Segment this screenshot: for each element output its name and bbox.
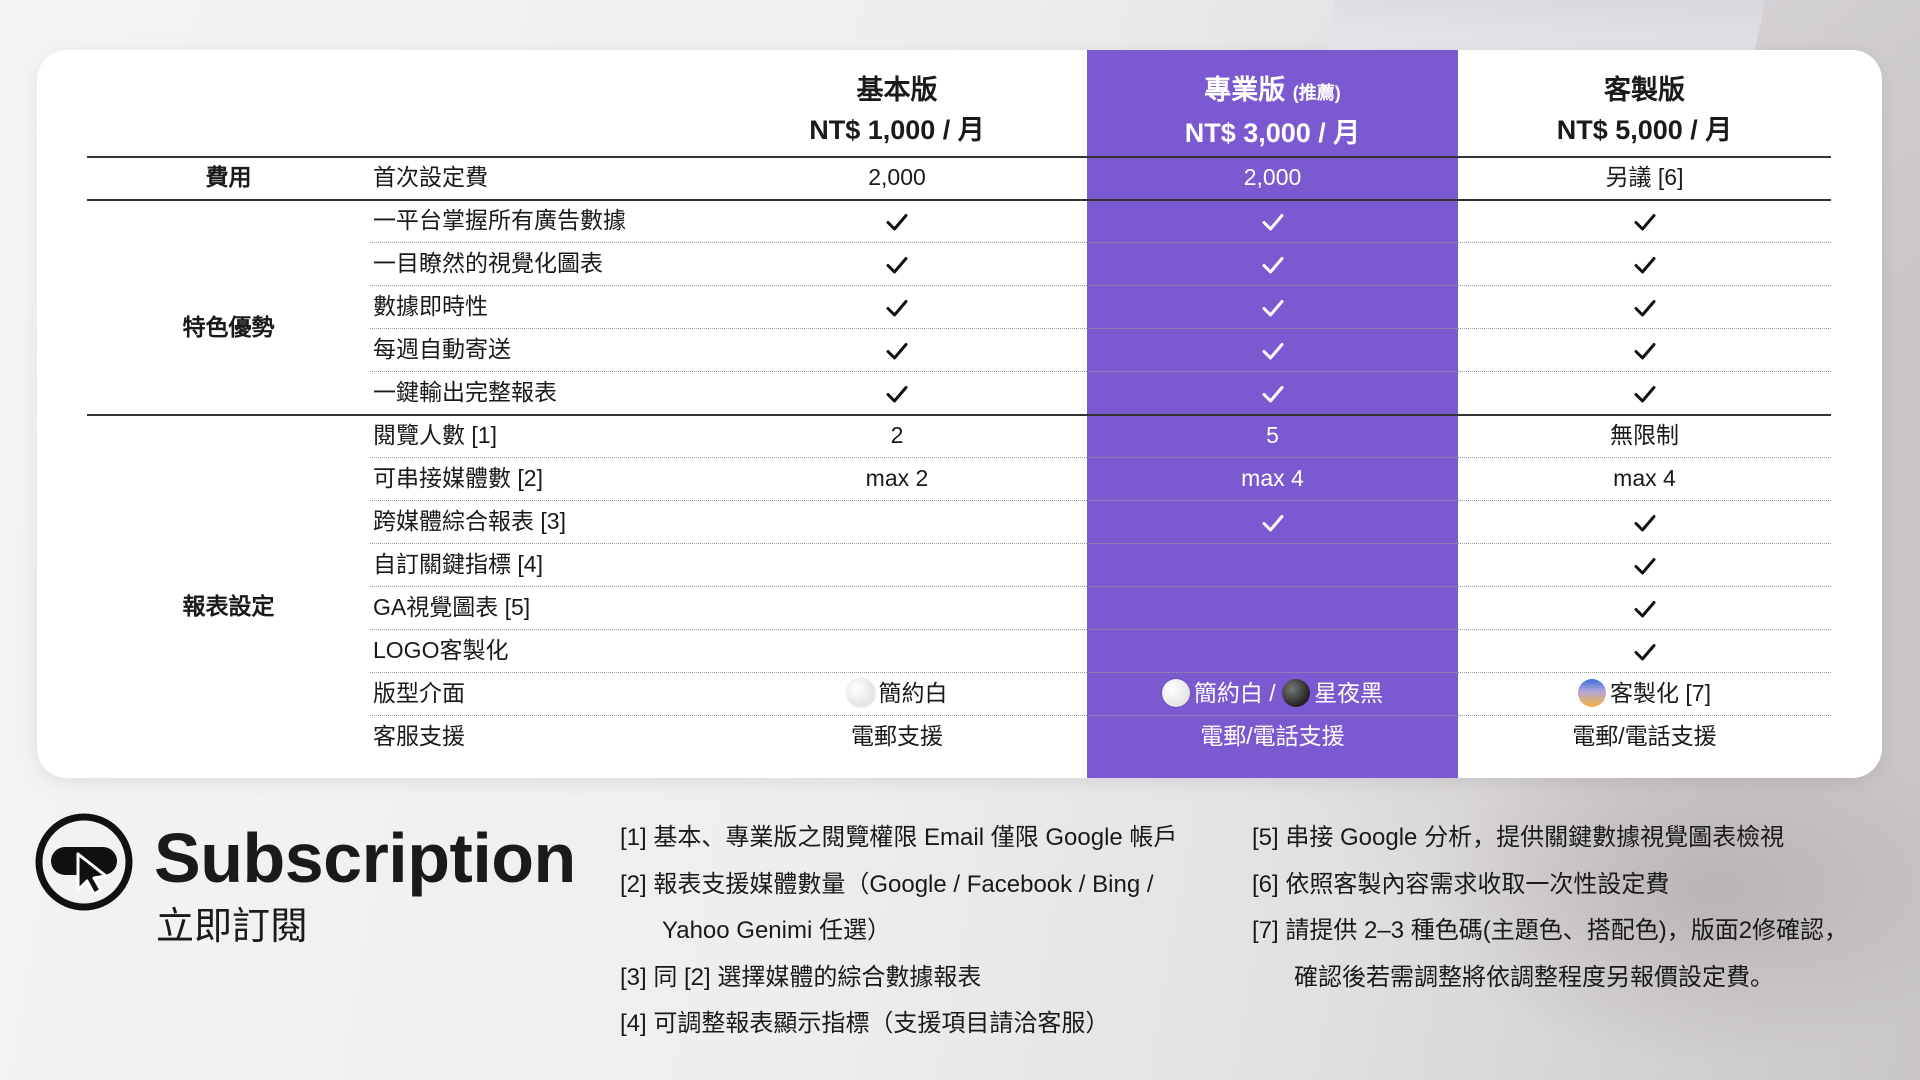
plan-header-basic: 基本版 NT$ 1,000 / 月 bbox=[707, 70, 1087, 156]
cell-basic bbox=[707, 500, 1087, 543]
recommended-tag: (推薦) bbox=[1292, 83, 1341, 103]
check-icon bbox=[1458, 328, 1831, 371]
theme-pro: 簡約白 / 星夜黑 bbox=[1087, 672, 1458, 715]
category-report: 報表設定 bbox=[182, 593, 275, 619]
check-icon bbox=[1458, 543, 1831, 586]
check-icon bbox=[1087, 371, 1458, 414]
background-laptop-screen bbox=[1324, 0, 1766, 52]
category-fee: 費用 bbox=[205, 164, 252, 190]
theme-separator: / bbox=[1262, 680, 1283, 706]
footnote-5: [5] 串接 Google 分析，提供關鍵數據視覺圖表檢視 bbox=[1252, 824, 1785, 851]
row-label: 一平台掌握所有廣告數據 bbox=[373, 207, 626, 233]
row-label: 每週自動寄送 bbox=[373, 336, 511, 362]
cell-pro: 5 bbox=[1266, 422, 1279, 448]
plan-header-pro: 專業版 (推薦) NT$ 3,000 / 月 bbox=[1087, 70, 1458, 156]
cell-pro: max 4 bbox=[1241, 465, 1304, 491]
theme-label: 簡約白 bbox=[878, 680, 948, 706]
row-label: GA視覺圖表 [5] bbox=[373, 594, 531, 620]
row-label: 首次設定費 bbox=[373, 164, 488, 190]
cell-pro bbox=[1087, 629, 1458, 672]
cell-basic: 2,000 bbox=[868, 164, 926, 190]
check-icon bbox=[1087, 285, 1458, 328]
footnote-7-cont: 確認後若需調整將依調整程度另報價設定費。 bbox=[1294, 963, 1774, 991]
plan-price: NT$ 1,000 / 月 bbox=[809, 115, 985, 145]
check-icon bbox=[1087, 328, 1458, 371]
cell-custom: 另議 [6] bbox=[1605, 164, 1684, 190]
row-label: 一鍵輸出完整報表 bbox=[373, 379, 557, 405]
white-theme-swatch-icon bbox=[846, 678, 875, 707]
plan-name: 專業版 bbox=[1204, 75, 1286, 105]
plan-price: NT$ 3,000 / 月 bbox=[1184, 118, 1361, 148]
check-icon bbox=[707, 371, 1087, 414]
footnote-3: [3] 同 [2] 選擇媒體的綜合數據報表 bbox=[620, 963, 982, 991]
cell-basic bbox=[707, 629, 1087, 672]
row-label: 可串接媒體數 [2] bbox=[373, 465, 543, 491]
dark-theme-swatch-icon bbox=[1282, 678, 1311, 707]
custom-theme-swatch-icon bbox=[1578, 678, 1607, 707]
footnote-1: [1] 基本、專業版之閱覽權限 Email 僅限 Google 帳戶 bbox=[620, 824, 1178, 851]
check-icon bbox=[1458, 285, 1831, 328]
theme-label: 客製化 [7] bbox=[1610, 680, 1711, 706]
plan-name: 客製版 bbox=[1604, 75, 1685, 105]
row-label: LOGO客製化 bbox=[373, 637, 509, 663]
row-label: 一目瞭然的視覺化圖表 bbox=[373, 250, 603, 276]
check-icon bbox=[1458, 371, 1831, 414]
check-icon bbox=[707, 328, 1087, 371]
check-icon bbox=[1458, 629, 1831, 672]
footnote-6: [6] 依照客製內容需求收取一次性設定費 bbox=[1252, 870, 1670, 898]
check-icon bbox=[1458, 586, 1831, 629]
cell-basic: max 2 bbox=[865, 465, 929, 491]
subscription-title: Subscription bbox=[154, 819, 576, 897]
check-icon bbox=[707, 242, 1087, 285]
theme-label: 星夜黑 bbox=[1314, 680, 1384, 706]
footnote-2: [2] 報表支援媒體數量（Google / Facebook / Bing / bbox=[620, 870, 1154, 898]
check-icon bbox=[1458, 500, 1831, 543]
category-features: 特色優勢 bbox=[182, 314, 275, 340]
footnote-7: [7] 請提供 2–3 種色碼(主題色、搭配色)，版面2修確認， bbox=[1252, 917, 1849, 944]
cell-custom: 無限制 bbox=[1610, 422, 1679, 448]
cell-pro: 電郵/電話支援 bbox=[1200, 723, 1345, 749]
footnotes-right: [5] 串接 Google 分析，提供關鍵數據視覺圖表檢視 [6] 依照客製內容… bbox=[1252, 815, 1848, 1001]
cell-pro: 2,000 bbox=[1243, 164, 1302, 190]
row-label: 自訂關鍵指標 [4] bbox=[373, 551, 543, 577]
row-label: 數據即時性 bbox=[373, 293, 488, 319]
plan-header-custom: 客製版 NT$ 5,000 / 月 bbox=[1458, 70, 1831, 156]
cell-basic: 電郵支援 bbox=[851, 723, 943, 749]
row-label: 版型介面 bbox=[373, 680, 465, 706]
check-icon bbox=[707, 199, 1087, 242]
cell-basic: 2 bbox=[890, 422, 904, 448]
row-label: 客服支援 bbox=[373, 723, 465, 749]
row-label: 跨媒體綜合報表 [3] bbox=[373, 508, 566, 534]
check-icon bbox=[1458, 199, 1831, 242]
check-icon bbox=[707, 285, 1087, 328]
cell-pro bbox=[1087, 586, 1458, 629]
cell-pro bbox=[1087, 543, 1458, 586]
theme-basic: 簡約白 bbox=[707, 672, 1087, 715]
white-theme-swatch-icon bbox=[1161, 678, 1190, 707]
check-icon bbox=[1087, 199, 1458, 242]
theme-label: 簡約白 bbox=[1193, 680, 1263, 706]
subscription-subtitle: 立即訂閱 bbox=[156, 906, 309, 948]
cell-basic bbox=[707, 586, 1087, 629]
plan-name: 基本版 bbox=[856, 75, 938, 105]
footnote-4: [4] 可調整報表顯示指標（支援項目請洽客服） bbox=[620, 1010, 1110, 1037]
check-icon bbox=[1087, 242, 1458, 285]
cell-custom: 電郵/電話支援 bbox=[1572, 723, 1717, 749]
cell-custom: max 4 bbox=[1613, 465, 1676, 491]
theme-custom: 客製化 [7] bbox=[1458, 672, 1831, 715]
footnote-2-cont: Yahoo Genimi 任選） bbox=[662, 917, 891, 944]
cursor-click-icon bbox=[34, 812, 134, 912]
plan-price: NT$ 5,000 / 月 bbox=[1556, 115, 1733, 145]
check-icon bbox=[1458, 242, 1831, 285]
row-label: 閱覽人數 [1] bbox=[373, 422, 497, 448]
footnotes-left: [1] 基本、專業版之閱覽權限 Email 僅限 Google 帳戶 [2] 報… bbox=[620, 815, 1177, 1048]
cell-basic bbox=[707, 543, 1087, 586]
pricing-table: 基本版 NT$ 1,000 / 月 專業版 (推薦) NT$ 3,000 / 月… bbox=[87, 70, 1831, 770]
check-icon bbox=[1087, 500, 1458, 543]
